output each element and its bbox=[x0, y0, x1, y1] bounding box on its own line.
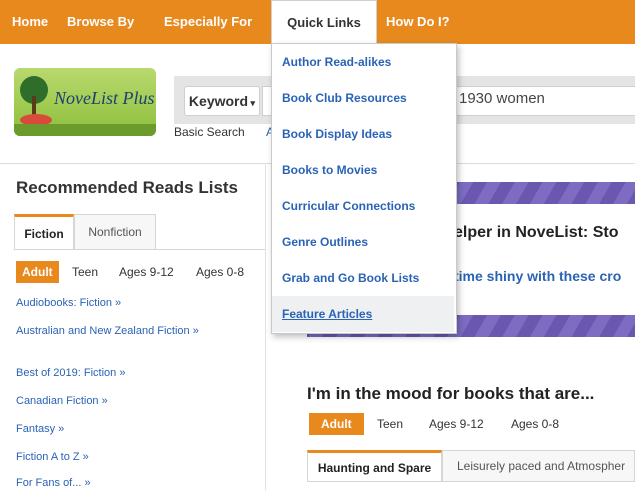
menu-item-grab-and-go[interactable]: Grab and Go Book Lists bbox=[272, 260, 454, 296]
banner-title[interactable]: elper in NoveList: Sto bbox=[454, 224, 618, 242]
search-query-text: 1930 women bbox=[459, 90, 545, 107]
menu-item-genre-outlines[interactable]: Genre Outlines bbox=[272, 224, 454, 260]
logo-text: NoveList Plus bbox=[54, 88, 155, 108]
mood-title: I'm in the mood for books that are... bbox=[307, 384, 595, 403]
nav-quick-links[interactable]: Quick Links bbox=[271, 0, 377, 44]
list-item[interactable]: Fiction A to Z » bbox=[16, 450, 256, 464]
nav-browse-by[interactable]: Browse By bbox=[67, 0, 134, 44]
menu-item-feature-articles[interactable]: Feature Articles bbox=[272, 296, 454, 332]
menu-item-book-display-ideas[interactable]: Book Display Ideas bbox=[272, 116, 454, 152]
nav-how-do-i[interactable]: How Do I? bbox=[386, 0, 450, 44]
column-divider bbox=[265, 163, 266, 490]
tabs-divider bbox=[14, 249, 265, 250]
nav-home[interactable]: Home bbox=[12, 0, 48, 44]
list-item[interactable]: For Fans of... » bbox=[16, 476, 256, 490]
mood-tabs-divider bbox=[307, 481, 635, 482]
mood-age-0-8[interactable]: Ages 0-8 bbox=[511, 413, 559, 435]
banner-subtitle[interactable]: time shiny with these cro bbox=[454, 268, 621, 284]
mood-age-9-12[interactable]: Ages 9-12 bbox=[429, 413, 484, 435]
list-item[interactable]: Australian and New Zealand Fiction » bbox=[16, 324, 206, 338]
tab-nonfiction[interactable]: Nonfiction bbox=[74, 214, 156, 250]
age-filter-0-8[interactable]: Ages 0-8 bbox=[196, 261, 244, 283]
list-item[interactable]: Best of 2019: Fiction » bbox=[16, 366, 256, 380]
menu-item-author-read-alikes[interactable]: Author Read-alikes bbox=[272, 44, 454, 80]
mood-age-adult[interactable]: Adult bbox=[309, 413, 364, 435]
list-item[interactable]: Fantasy » bbox=[16, 422, 256, 436]
mood-tab-haunting[interactable]: Haunting and Spare bbox=[307, 450, 442, 482]
menu-item-books-to-movies[interactable]: Books to Movies bbox=[272, 152, 454, 188]
recommended-reads-title: Recommended Reads Lists bbox=[16, 178, 239, 197]
menu-item-curricular-connections[interactable]: Curricular Connections bbox=[272, 188, 454, 224]
basic-search-link[interactable]: Basic Search bbox=[174, 125, 245, 139]
mood-age-teen[interactable]: Teen bbox=[377, 413, 403, 435]
nav-especially-for[interactable]: Especially For bbox=[164, 0, 252, 44]
novelist-logo[interactable]: NoveList Plus bbox=[14, 68, 156, 136]
tab-fiction[interactable]: Fiction bbox=[14, 214, 74, 250]
list-item[interactable]: Canadian Fiction » bbox=[16, 394, 256, 408]
age-filter-9-12[interactable]: Ages 9-12 bbox=[119, 261, 174, 283]
menu-item-book-club-resources[interactable]: Book Club Resources bbox=[272, 80, 454, 116]
chevron-down-icon: ▾ bbox=[248, 98, 256, 108]
age-filter-teen[interactable]: Teen bbox=[72, 261, 98, 283]
mood-tab-leisurely[interactable]: Leisurely paced and Atmospher bbox=[442, 450, 635, 482]
search-field-select[interactable]: Keyword ▾ bbox=[184, 86, 260, 116]
age-filter-adult[interactable]: Adult bbox=[16, 261, 59, 283]
search-field-label: Keyword bbox=[188, 93, 249, 109]
list-item[interactable]: Audiobooks: Fiction » bbox=[16, 296, 256, 310]
